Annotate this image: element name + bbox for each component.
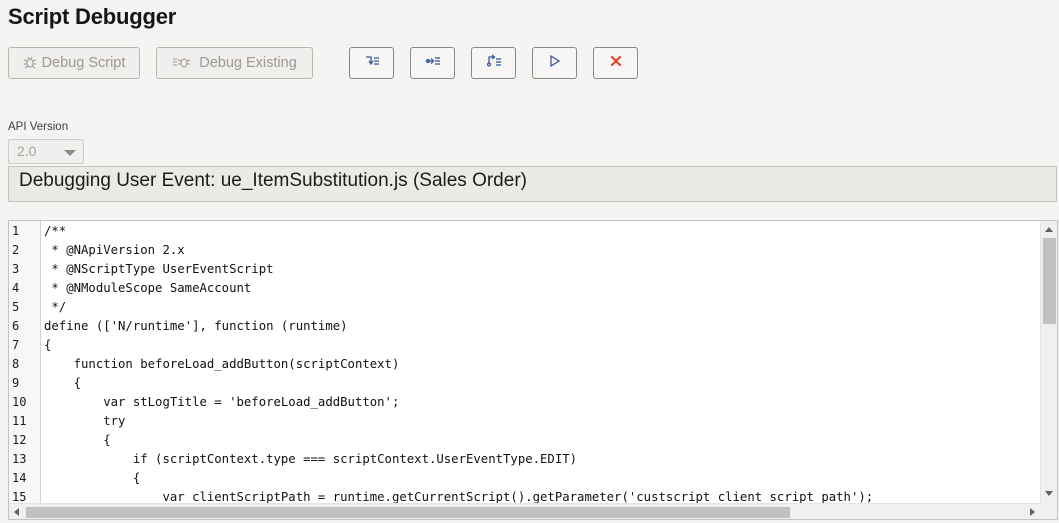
code-line: 4 * @NModuleScope SameAccount — [9, 279, 1041, 298]
code-lines: 1/** 2 * @NApiVersion 2.x 3 * @NScriptType… — [9, 221, 1041, 503]
code-text: */ — [44, 300, 67, 314]
horizontal-scrollbar[interactable] — [9, 503, 1041, 519]
scroll-up-icon[interactable] — [1045, 227, 1053, 232]
debug-bug-icon — [23, 55, 37, 72]
stop-button[interactable] — [593, 47, 638, 79]
step-over-icon — [364, 54, 380, 73]
code-line: 12 { — [9, 431, 1041, 450]
line-number: 3 — [12, 262, 20, 276]
line-number: 5 — [12, 300, 20, 314]
debug-status-bar: Debugging User Event: ue_ItemSubstitutio… — [8, 166, 1057, 202]
step-out-icon — [486, 53, 502, 73]
step-into-button[interactable] — [410, 47, 455, 79]
code-text: { — [44, 376, 82, 390]
line-number: 4 — [12, 281, 20, 295]
continue-button[interactable] — [532, 47, 577, 79]
code-text: { — [44, 338, 52, 352]
debug-status-text: Debugging User Event: ue_ItemSubstitutio… — [19, 170, 527, 191]
line-number: 13 — [12, 452, 27, 466]
scroll-right-icon[interactable] — [1030, 508, 1035, 516]
vertical-scrollbar[interactable] — [1040, 221, 1057, 503]
api-version-select[interactable]: 2.0 — [8, 139, 84, 164]
line-number: 14 — [12, 471, 27, 485]
horizontal-scroll-thumb[interactable] — [26, 507, 790, 518]
api-version-label: API Version — [8, 121, 69, 133]
code-text: var clientScriptPath = runtime.getCurren… — [44, 490, 874, 503]
debug-existing-label: Debug Existing — [199, 55, 297, 71]
debug-script-button[interactable]: Debug Script — [8, 47, 140, 79]
debug-existing-button[interactable]: Debug Existing — [156, 47, 313, 79]
line-number: 9 — [12, 376, 20, 390]
chevron-down-icon — [64, 150, 76, 156]
api-version-value: 2.0 — [17, 143, 37, 159]
step-over-button[interactable] — [349, 47, 394, 79]
code-text: * @NApiVersion 2.x — [44, 243, 185, 257]
step-out-button[interactable] — [471, 47, 516, 79]
code-text: * @NModuleScope SameAccount — [44, 281, 252, 295]
line-number: 1 — [12, 224, 20, 238]
line-number: 12 — [12, 433, 27, 447]
debug-script-label: Debug Script — [41, 55, 126, 71]
page-title: Script Debugger — [8, 4, 177, 29]
vertical-scroll-thumb[interactable] — [1043, 238, 1056, 324]
code-line: 9 { — [9, 374, 1041, 393]
line-number: 11 — [12, 414, 27, 428]
scroll-left-icon[interactable] — [14, 508, 19, 516]
debugger-toolbar: Debug Script Debug Existing — [0, 47, 1059, 79]
line-number: 7 — [12, 338, 20, 352]
stop-icon — [610, 54, 622, 72]
line-number: 2 — [12, 243, 20, 257]
code-line: 3 * @NScriptType UserEventScript — [9, 260, 1041, 279]
code-text: define (['N/runtime'], function (runtime… — [44, 319, 348, 333]
code-text: /** — [44, 224, 67, 238]
code-editor[interactable]: 1/** 2 * @NApiVersion 2.x 3 * @NScriptType… — [8, 220, 1058, 520]
code-line: 10 var stLogTitle = 'beforeLoad_addButto… — [9, 393, 1041, 412]
code-line: 1 /** — [9, 222, 1041, 241]
scrollbar-corner — [1040, 503, 1057, 519]
code-line: 5 */ — [9, 298, 1041, 317]
code-line: 7{ — [9, 336, 1041, 355]
scroll-down-icon[interactable] — [1045, 491, 1053, 496]
code-line: 15 var clientScriptPath = runtime.getCur… — [9, 488, 1041, 503]
code-line: 11 try — [9, 412, 1041, 431]
line-number: 6 — [12, 319, 20, 333]
code-line: 6 define (['N/runtime'], function (runtim… — [9, 317, 1041, 336]
line-number: 10 — [12, 395, 27, 409]
line-number: 15 — [12, 490, 27, 503]
code-line: 14 { — [9, 469, 1041, 488]
code-line: 13 if (scriptContext.type === scriptCont… — [9, 450, 1041, 469]
line-number: 8 — [12, 357, 20, 371]
code-line: 2 * @NApiVersion 2.x — [9, 241, 1041, 260]
code-line: 8 function beforeLoad_addButton(scriptCo… — [9, 355, 1041, 374]
code-text: function beforeLoad_addButton(scriptCont… — [44, 357, 400, 371]
continue-icon — [549, 54, 561, 72]
code-text: { — [44, 471, 141, 485]
code-text: var stLogTitle = 'beforeLoad_addButton'; — [44, 395, 400, 409]
debug-existing-icon — [172, 55, 194, 72]
step-into-icon — [425, 54, 441, 73]
code-text: try — [44, 414, 126, 428]
code-text: { — [44, 433, 111, 447]
code-text: if (scriptContext.type === scriptContext… — [44, 452, 578, 466]
code-text: * @NScriptType UserEventScript — [44, 262, 274, 276]
